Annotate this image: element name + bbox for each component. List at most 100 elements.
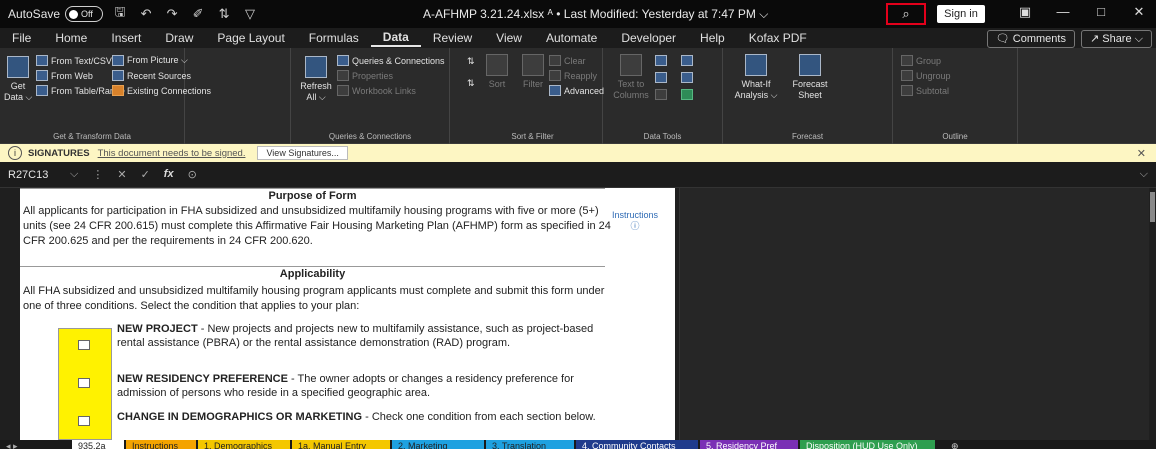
ungroup-button[interactable]: Ungroup [901,70,951,81]
group-button[interactable]: Group [901,55,941,66]
tab-help[interactable]: Help [688,31,737,45]
new-project-checkbox[interactable] [78,340,90,350]
tab-data[interactable]: Data [370,30,421,47]
group-outline: Group Ungroup Subtotal Outline [893,48,1018,144]
sign-in-button[interactable]: Sign in [937,5,985,23]
filter-icon[interactable]: ▽ [241,6,259,22]
remove-duplicates-icon [655,72,667,83]
group-label-forecast: Forecast [791,132,824,141]
sort-ascending-button[interactable]: ⇅ [467,56,475,67]
insert-function-icon[interactable]: fx [164,168,174,181]
tab-review[interactable]: Review [421,31,484,45]
ribbon-display-icon[interactable]: ▣ [1006,4,1044,20]
from-picture-button[interactable]: From Picture ⌵ [112,55,188,66]
view-signatures-button[interactable]: View Signatures... [257,146,348,160]
consolidate-button[interactable] [681,55,693,66]
tab-view[interactable]: View [484,31,534,45]
tab-insert[interactable]: Insert [99,31,153,45]
signatures-message-bar: i SIGNATURES This document needs to be s… [0,144,1156,162]
reapply-button[interactable]: Reapply [549,70,597,81]
forecast-chart-icon [799,54,821,76]
existing-connections-button[interactable]: Existing Connections [112,85,211,96]
minimize-icon[interactable]: — [1044,4,1082,20]
recent-sources-button[interactable]: Recent Sources [112,70,191,81]
sort-icon[interactable]: ⇅ [215,6,233,22]
flash-fill-button[interactable] [655,55,667,66]
share-button[interactable]: ↗ Share ⌵ [1080,30,1152,48]
formula-info-icon[interactable]: ⊙ [188,168,197,181]
cancel-icon[interactable]: ✕ [117,168,126,181]
autosave: AutoSave Off [8,6,104,22]
info-circle-icon: ⓘ [630,221,640,231]
text-to-columns-button[interactable]: Text to Columns [613,54,649,101]
form-page[interactable]: Purpose of Form All applicants for parti… [20,188,675,440]
properties-icon [337,70,349,81]
workbook-links-button[interactable]: Workbook Links [337,85,416,96]
queries-connections-button[interactable]: Queries & Connections [337,55,445,66]
close-icon[interactable]: ✕ [1120,4,1156,20]
name-box[interactable]: R27C13 [0,169,70,181]
close-message-icon[interactable]: ✕ [1137,147,1146,160]
get-data-button[interactable]: Get Data ⌵ [4,56,32,103]
from-web-button[interactable]: From Web [36,70,93,81]
expand-formula-bar-icon[interactable]: ⌵ [1140,168,1148,181]
advanced-filter-button[interactable]: Advanced [549,85,604,96]
data-validation-button[interactable] [655,89,667,100]
new-residency-checkbox[interactable] [78,378,90,388]
redo-icon[interactable]: ↷ [163,6,181,22]
add-sheet-icon[interactable]: ⊕ [945,440,965,449]
data-model-button[interactable] [681,89,693,100]
sheet-tab[interactable]: 935.2a [72,440,124,449]
subtotal-icon [901,85,913,96]
instructions-link[interactable]: Instructions ⓘ [598,210,672,232]
formula-bar: R27C13 ⌵ ⋮ ✕ ✓ fx ⊙ ⌵ [0,162,1156,188]
sheet-tab[interactable]: 2. Marketing [392,440,484,449]
sheet-tab[interactable]: 1. Demographics [198,440,290,449]
remove-duplicates-button[interactable] [655,72,667,83]
name-box-dropdown-icon[interactable]: ⌵ [70,168,78,181]
tab-page-layout[interactable]: Page Layout [205,31,296,45]
save-icon[interactable]: 🖫 [111,3,129,25]
clear-filter-button[interactable]: Clear [549,55,586,66]
properties-button[interactable]: Properties [337,70,393,81]
sort-descending-button[interactable]: ⇅ [467,78,475,89]
sheet-tab[interactable]: 5. Residency Pref [700,440,798,449]
maximize-icon[interactable]: □ [1082,4,1120,20]
sheet-nav-arrows-icon[interactable]: ◂ ▸ [0,440,70,449]
refresh-all-button[interactable]: Refresh All ⌵ [299,56,333,103]
subtotal-button[interactable]: Subtotal [901,85,949,96]
format-painter-icon[interactable]: ✐ [189,6,207,22]
sheet-tab[interactable]: 3. Translation [486,440,574,449]
tab-developer[interactable]: Developer [609,31,688,45]
tab-formulas[interactable]: Formulas [297,31,371,45]
tab-file[interactable]: File [0,31,43,45]
enter-icon[interactable]: ✓ [141,168,150,181]
sort-button[interactable]: Sort [485,54,509,90]
comments-button[interactable]: 🗨 Comments [986,30,1075,48]
vertical-scrollbar[interactable] [1149,188,1156,440]
undo-icon[interactable]: ↶ [137,6,155,22]
filter-button[interactable]: Filter [521,54,545,90]
autosave-toggle[interactable]: Off [65,6,104,22]
tab-draw[interactable]: Draw [153,31,205,45]
empty-grid-area[interactable] [679,188,1149,440]
autosave-state: Off [81,9,93,19]
sheet-tab[interactable]: 1a. Manual Entry [292,440,390,449]
tab-automate[interactable]: Automate [534,31,609,45]
sheet-tab[interactable]: 4. Community Contacts [576,440,698,449]
group-label-queries: Queries & Connections [328,132,412,141]
more-icon[interactable]: ⋮ [92,168,103,181]
tab-home[interactable]: Home [43,31,99,45]
message-link[interactable]: This document needs to be signed. [98,148,246,159]
relationships-button[interactable] [681,72,693,83]
scrollbar-thumb[interactable] [1150,192,1155,222]
change-demographics-checkbox[interactable] [78,416,90,426]
from-text-button[interactable]: From Text/CSV [36,55,112,66]
what-if-analysis-button[interactable]: What-If Analysis ⌵ [731,54,781,101]
sheet-tab[interactable]: Instructions [126,440,196,449]
forecast-sheet-button[interactable]: Forecast Sheet [787,54,833,101]
sheet-tab[interactable]: Disposition (HUD Use Only) [800,440,935,449]
document-title[interactable]: A-AFHMP 3.21.24.xlsx ᴬ • Last Modified: … [423,7,768,22]
tab-kofax-pdf[interactable]: Kofax PDF [737,31,819,45]
search-icon[interactable]: ⌕ [886,3,926,25]
